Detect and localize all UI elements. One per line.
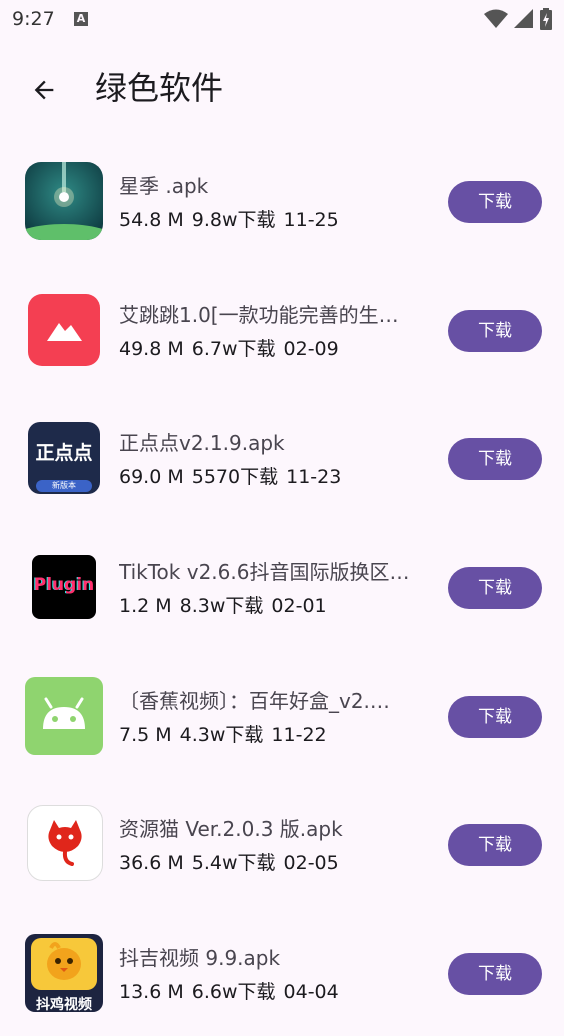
status-bar: 9:27 A — [0, 0, 564, 40]
item-date: 11-22 — [271, 723, 327, 746]
item-size: 1.2 M — [119, 595, 172, 618]
download-button[interactable]: 下载 — [448, 824, 542, 867]
item-meta: 54.8 M 9.8w下载 11-25 — [119, 207, 347, 233]
notification-a-icon: A — [74, 12, 88, 26]
page-title: 绿色软件 — [95, 69, 224, 107]
item-meta: 1.2 M 8.3w下载 02-01 — [119, 593, 335, 619]
item-date: 02-09 — [283, 337, 339, 360]
item-date: 04-04 — [283, 981, 339, 1004]
item-size: 7.5 M — [119, 723, 172, 746]
app-bar: 绿色软件 — [0, 52, 564, 124]
list-item[interactable]: 正点点 新版本 正点点v2.1.9.apk 69.0 M 5570下载 11-23 … — [0, 392, 564, 521]
item-meta: 7.5 M 4.3w下载 11-22 — [119, 722, 335, 748]
download-button[interactable]: 下载 — [448, 567, 542, 610]
item-downloads: 4.3w下载 — [179, 723, 264, 746]
planet-orb-icon — [25, 162, 103, 240]
download-button[interactable]: 下载 — [448, 309, 542, 352]
download-button[interactable]: 下载 — [448, 181, 542, 223]
arrow-left-icon — [34, 80, 54, 100]
item-downloads: 5570下载 — [191, 466, 279, 489]
chick-mascot-icon: 抖鸡视频 — [25, 934, 103, 1013]
app-list: 星季 .apk 54.8 M 9.8w下载 11-25 下载 艾跳跳1.0[一款功能… — [0, 135, 564, 1036]
download-button[interactable]: 下载 — [448, 953, 542, 996]
item-name: 星季 .apk — [119, 174, 209, 198]
back-button[interactable] — [22, 68, 66, 112]
icon-logo-text: 正点点 — [35, 442, 93, 465]
item-downloads: 6.6w下载 — [191, 981, 276, 1004]
item-date: 02-05 — [283, 852, 339, 875]
item-name: 正点点v2.1.9.apk — [119, 431, 285, 456]
download-button[interactable]: 下载 — [448, 695, 542, 738]
status-icons — [484, 8, 552, 30]
plugin-logo-icon: Plugin — [32, 555, 96, 620]
item-size: 36.6 M — [119, 852, 184, 875]
mountain-icon — [25, 291, 103, 369]
item-name: TikTok v2.6.6抖音国际版换区… — [119, 560, 410, 585]
icon-logo-text: Plugin — [33, 575, 95, 596]
item-name: 资源猫 Ver.2.0.3 版.apk — [119, 817, 343, 842]
android-icon — [25, 676, 103, 755]
list-item[interactable]: 资源猫 Ver.2.0.3 版.apk 36.6 M 5.4w下载 02-05 下载 — [0, 778, 564, 907]
item-meta: 36.6 M 5.4w下载 02-05 — [119, 850, 347, 876]
item-size: 69.0 M — [119, 466, 184, 489]
list-item[interactable]: 艾跳跳1.0[一款功能完善的生… 49.8 M 6.7w下载 02-09 下载 — [0, 264, 564, 393]
zhengdiandian-logo-icon: 正点点 新版本 — [28, 422, 100, 495]
list-item[interactable]: 〔香蕉视频〕：百年好盒_v2.… 7.5 M 4.3w下载 11-22 下载 — [0, 650, 564, 779]
item-date: 02-01 — [271, 595, 327, 618]
item-name: 〔香蕉视频〕：百年好盒_v2.… — [119, 688, 390, 713]
list-item[interactable]: Plugin TikTok v2.6.6抖音国际版换区… 1.2 M 8.3w下载… — [0, 521, 564, 650]
wifi-icon — [484, 9, 508, 28]
download-button[interactable]: 下载 — [448, 438, 542, 481]
item-name: 抖吉视频 9.9.apk — [119, 946, 281, 971]
item-date: 11-23 — [286, 466, 342, 489]
item-downloads: 8.3w下载 — [179, 595, 264, 618]
list-item[interactable]: 星季 .apk 54.8 M 9.8w下载 11-25 下载 — [0, 135, 564, 264]
signal-icon — [514, 9, 533, 28]
battery-icon — [540, 8, 552, 30]
item-meta: 49.8 M 6.7w下载 02-09 — [119, 336, 347, 362]
item-date: 11-25 — [283, 209, 339, 231]
item-downloads: 9.8w下载 — [191, 209, 276, 231]
item-size: 49.8 M — [119, 337, 184, 360]
item-downloads: 6.7w下载 — [191, 337, 276, 360]
list-item[interactable]: 抖鸡视频 抖吉视频 9.9.apk 13.6 M 6.6w下载 04-04 下载 — [0, 907, 564, 1036]
red-cat-icon — [27, 805, 103, 882]
item-meta: 13.6 M 6.6w下载 04-04 — [119, 979, 347, 1005]
item-meta: 69.0 M 5570下载 11-23 — [119, 464, 349, 490]
status-time: 9:27 — [12, 8, 55, 30]
item-downloads: 5.4w下载 — [191, 852, 276, 875]
icon-logo-text: 抖鸡视频 — [36, 997, 92, 1013]
item-size: 13.6 M — [119, 981, 184, 1004]
item-size: 54.8 M — [119, 209, 184, 231]
icon-logo-subtext: 新版本 — [36, 480, 92, 493]
item-name: 艾跳跳1.0[一款功能完善的生… — [119, 302, 399, 327]
